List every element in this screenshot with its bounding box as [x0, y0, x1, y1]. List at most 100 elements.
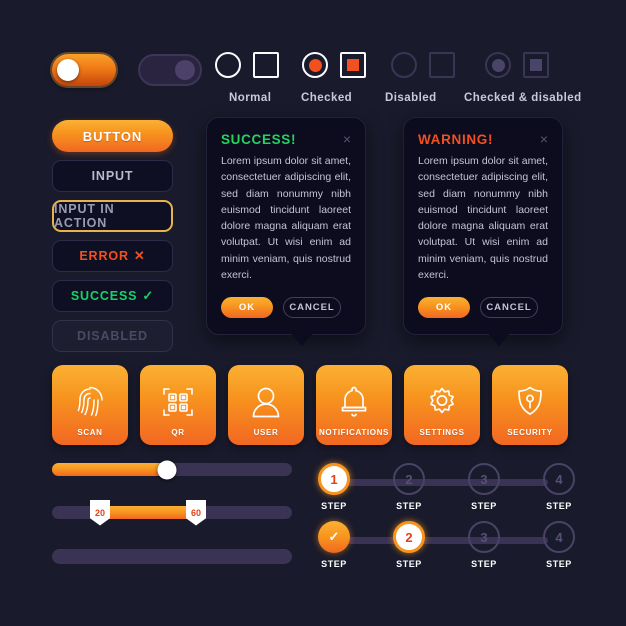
- checkbox-disabled: [429, 52, 455, 78]
- ui-kit-canvas: BUTTON INPUT INPUT IN ACTION ERROR ✕ SUC…: [0, 0, 626, 626]
- checkbox-checked-disabled: [523, 52, 549, 78]
- primary-button[interactable]: BUTTON: [52, 120, 173, 152]
- radio-disabled: [391, 52, 417, 78]
- gear-icon: [430, 387, 454, 414]
- progress-bar: [52, 549, 292, 564]
- cancel-button[interactable]: CANCEL: [480, 297, 538, 319]
- radio-dot-icon: [491, 58, 505, 72]
- controls-checked-disabled-caption: Checked & disabled: [464, 92, 582, 104]
- radio-normal[interactable]: [215, 52, 241, 78]
- tile-settings[interactable]: SETTINGS: [404, 365, 480, 445]
- radio-dot-icon: [308, 58, 322, 72]
- ok-button[interactable]: OK: [221, 297, 273, 319]
- stepper-node-2-label: 2: [405, 529, 413, 545]
- slider-column: 20 60: [52, 460, 292, 564]
- tooltip-actions: OK CANCEL: [221, 297, 351, 319]
- close-icon[interactable]: ×: [343, 132, 351, 146]
- stepper-node-1-complete[interactable]: ✓: [318, 521, 350, 553]
- stepper-node-1-caption: STEP: [321, 559, 347, 569]
- stepper-node-2[interactable]: 2: [393, 463, 425, 495]
- close-icon[interactable]: ×: [540, 132, 548, 146]
- tooltip-header: WARNING! ×: [418, 132, 548, 147]
- tooltip-warning: WARNING! × Lorem ipsum dolor sit amet, c…: [403, 117, 563, 347]
- stepper-node-3[interactable]: 3: [468, 521, 500, 553]
- tile-scan-label: SCAN: [77, 428, 103, 437]
- toggle-knob: [175, 60, 195, 80]
- stepper-node-4-label: 4: [555, 529, 563, 545]
- controls-disabled: [391, 52, 455, 78]
- checkbox-checked[interactable]: [340, 52, 366, 78]
- input-error[interactable]: ERROR ✕: [52, 240, 173, 272]
- tooltip-success-body: Lorem ipsum dolor sit amet, consectetuer…: [221, 155, 351, 281]
- tile-qr[interactable]: QR: [140, 365, 216, 445]
- stepper-row-2: ✓ 2 3 4 STEP STEP STEP STEP: [318, 521, 576, 575]
- stepper-node-4-caption: STEP: [546, 501, 572, 511]
- tile-settings-label: SETTINGS: [419, 428, 465, 437]
- checkbox-dot-icon: [347, 59, 359, 71]
- stepper-node-3[interactable]: 3: [468, 463, 500, 495]
- stepper-node-1-caption: STEP: [321, 501, 347, 511]
- stepper-node-3-label: 3: [480, 471, 488, 487]
- stepper-node-4[interactable]: 4: [543, 463, 575, 495]
- ok-button[interactable]: OK: [418, 297, 470, 319]
- tooltip-warning-body: Lorem ipsum dolor sit amet, consectetuer…: [418, 155, 548, 281]
- user-icon: [252, 387, 280, 418]
- slider-range-high-value: 60: [190, 507, 201, 518]
- bell-icon: [341, 386, 367, 417]
- input-in-action[interactable]: INPUT IN ACTION: [52, 200, 173, 232]
- stepper-node-2-caption: STEP: [396, 559, 422, 569]
- check-icon: ✓: [328, 529, 340, 544]
- input-error-label: ERROR: [79, 249, 129, 263]
- slider-range-handle-low[interactable]: 20: [90, 499, 110, 526]
- input-in-action-label: INPUT IN ACTION: [54, 202, 115, 230]
- tile-notifications-label: NOTIFICATIONS: [319, 428, 389, 437]
- slider-range[interactable]: 20 60: [52, 499, 292, 526]
- controls-disabled-caption: Disabled: [385, 92, 437, 104]
- stepper-node-2-label: 2: [405, 471, 413, 487]
- tile-user[interactable]: USER: [228, 365, 304, 445]
- toggle-switch-off[interactable]: [138, 54, 202, 86]
- slider-range-handle-high[interactable]: 60: [186, 499, 206, 526]
- tile-security[interactable]: SECURITY: [492, 365, 568, 445]
- slider-single[interactable]: [52, 460, 292, 479]
- stepper-column: 1 2 3 4 STEP STEP STEP STEP ✓ 2 3 4 STEP…: [318, 463, 576, 575]
- input-success-label: SUCCESS: [70, 289, 138, 303]
- radio-checked[interactable]: [302, 52, 328, 78]
- input-normal[interactable]: INPUT: [52, 160, 173, 192]
- controls-checked-disabled: [485, 52, 549, 78]
- tile-notifications[interactable]: NOTIFICATIONS: [316, 365, 392, 445]
- tile-security-label: SECURITY: [507, 428, 553, 437]
- checkbox-normal[interactable]: [253, 52, 279, 78]
- stepper-node-4[interactable]: 4: [543, 521, 575, 553]
- stepper-node-3-caption: STEP: [471, 559, 497, 569]
- qr-code-icon: [163, 388, 193, 416]
- tooltip-tail: [488, 333, 510, 347]
- toggle-knob: [57, 59, 79, 81]
- icon-tile-row: SCAN QR USER NOTIFICATIONS SETTINGS SECU…: [52, 365, 568, 445]
- tile-qr-label: QR: [171, 428, 185, 437]
- stepper-node-2-active[interactable]: 2: [393, 521, 425, 553]
- slider-single-handle[interactable]: [157, 460, 177, 479]
- stepper-row-1: 1 2 3 4 STEP STEP STEP STEP: [318, 463, 576, 517]
- stepper-node-1[interactable]: 1: [318, 463, 350, 495]
- stepper-connector: [346, 537, 548, 544]
- tile-scan[interactable]: SCAN: [52, 365, 128, 445]
- controls-checked: [302, 52, 366, 78]
- input-success[interactable]: SUCCESS ✓: [52, 280, 173, 312]
- tooltip-warning-title: WARNING!: [418, 132, 494, 147]
- stepper-connector: [346, 479, 548, 486]
- tooltip-actions: OK CANCEL: [418, 297, 548, 319]
- slider-range-low-value: 20: [94, 507, 105, 518]
- stepper-node-2-caption: STEP: [396, 501, 422, 511]
- cancel-button[interactable]: CANCEL: [283, 297, 341, 319]
- slider-single-fill: [52, 463, 168, 476]
- toggle-switch-on[interactable]: [52, 54, 116, 86]
- radio-checked-disabled: [485, 52, 511, 78]
- stepper-node-3-caption: STEP: [471, 501, 497, 511]
- slider-range-fill: [100, 506, 196, 519]
- close-icon: ✕: [133, 248, 146, 263]
- stepper-node-4-label: 4: [555, 471, 563, 487]
- stepper-node-3-label: 3: [480, 529, 488, 545]
- controls-checked-caption: Checked: [301, 92, 353, 104]
- input-disabled-label: DISABLED: [77, 329, 148, 343]
